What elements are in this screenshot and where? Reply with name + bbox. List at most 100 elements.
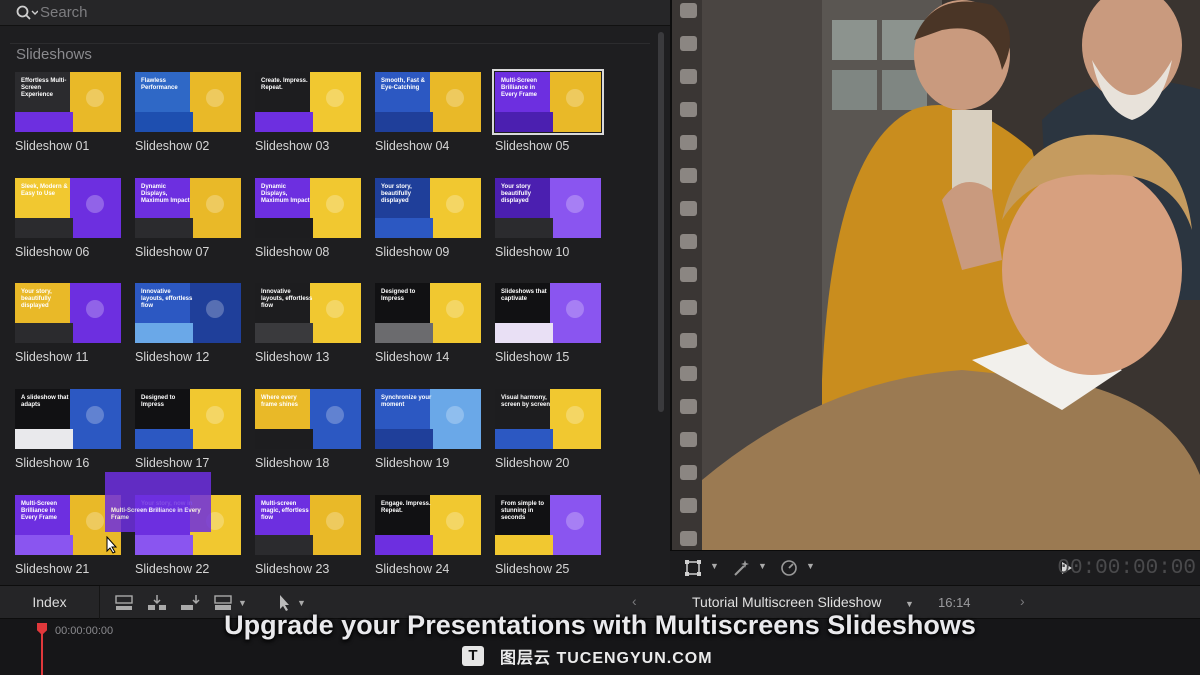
viewer-timecode: 00:00:00:00 xyxy=(1057,557,1196,580)
magic-wand-icon[interactable] xyxy=(732,559,750,577)
clip-label: Slideshow 16 xyxy=(15,456,90,470)
clip-thumbnail[interactable]: Dynamic Displays, Maximum Impact xyxy=(255,178,361,238)
chevron-left-icon[interactable]: ‹ xyxy=(632,593,637,609)
clip-thumbnail[interactable]: Synchronize your moment xyxy=(375,389,481,449)
thumbnail-photo xyxy=(326,299,345,318)
thumbnail-panel xyxy=(255,322,314,343)
thumbnail-photo xyxy=(86,511,105,530)
film-hole xyxy=(680,300,697,315)
viewer xyxy=(670,0,1200,550)
chevron-down-icon[interactable]: ▼ xyxy=(905,599,914,609)
thumbnail-panel xyxy=(15,534,74,555)
section-divider xyxy=(10,43,650,44)
clip-thumbnail[interactable]: Flawless Performance xyxy=(135,72,241,132)
thumbnail-text: Your story, beautifully displayed xyxy=(381,184,412,204)
thumbnail-text: Slideshows that captivate xyxy=(501,289,547,302)
chevron-down-icon[interactable]: ▼ xyxy=(710,561,719,571)
clip-label: Slideshow 02 xyxy=(135,139,210,153)
thumbnail-panel xyxy=(375,322,434,343)
chevron-down-icon[interactable]: ▼ xyxy=(806,561,815,571)
thumbnail-text: Multi-Screen Brilliance in Every Frame xyxy=(21,501,58,521)
film-hole xyxy=(680,36,697,51)
thumbnail-panel xyxy=(135,111,194,132)
thumbnail-text: Designed to Impress xyxy=(381,289,416,302)
film-hole xyxy=(680,3,697,18)
clip-label: Slideshow 11 xyxy=(15,350,89,364)
chevron-down-icon[interactable]: ▼ xyxy=(758,561,767,571)
film-hole xyxy=(680,432,697,447)
thumbnail-photo xyxy=(566,299,585,318)
film-hole xyxy=(680,498,697,513)
dragged-clip-text: Multi-Screen Brilliance in Every Frame xyxy=(111,508,201,521)
clip-thumbnail[interactable]: Innovative layouts, effortless flow xyxy=(255,283,361,343)
dragged-clip[interactable]: Multi-Screen Brilliance in Every Frame xyxy=(105,472,211,532)
clip-thumbnail[interactable]: A slideshow that adapts xyxy=(15,389,121,449)
clip-label: Slideshow 03 xyxy=(255,139,330,153)
watermark-text: 图层云 TUCENGYUN.COM xyxy=(500,650,713,667)
clip-thumbnail[interactable]: Effortless Multi-Screen Experience xyxy=(15,72,121,132)
thumbnail-text: Flawless Performance xyxy=(141,78,178,91)
clip-label: Slideshow 17 xyxy=(135,456,210,470)
clip-thumbnail[interactable]: Engage. Impress. Repeat. xyxy=(375,495,481,555)
clip-thumbnail[interactable]: Multi-screen magic, effortless flow xyxy=(255,495,361,555)
clip-thumbnail[interactable]: From simple to stunning in seconds xyxy=(495,495,601,555)
clip-thumbnail[interactable]: Your story, beautifully displayed xyxy=(15,283,121,343)
film-hole xyxy=(680,267,697,282)
clip-label: Slideshow 14 xyxy=(375,350,450,364)
thumbnail-panel xyxy=(135,217,194,238)
thumbnail-panel xyxy=(15,217,74,238)
clip-thumbnail[interactable]: Innovative layouts, effortless flow xyxy=(135,283,241,343)
clip-thumbnail[interactable]: Slideshows that captivate xyxy=(495,283,601,343)
browser-scrollbar[interactable] xyxy=(658,32,664,412)
mouse-cursor-icon xyxy=(106,536,118,554)
thumbnail-panel xyxy=(375,217,434,238)
search-input[interactable] xyxy=(40,4,340,21)
clip-thumbnail[interactable]: Smooth, Fast & Eye-Catching xyxy=(375,72,481,132)
clip-label: Slideshow 23 xyxy=(255,562,330,576)
viewer-toolbar: ▼ ▼ ▼ 00:00:00:00 xyxy=(670,550,1200,585)
search-icon[interactable] xyxy=(16,5,39,21)
thumbnail-panel xyxy=(255,534,314,555)
clip-label: Slideshow 24 xyxy=(375,562,450,576)
search-bar xyxy=(0,0,670,26)
chevron-down-icon[interactable]: ▼ xyxy=(238,598,247,608)
film-hole xyxy=(680,234,697,249)
project-name[interactable]: Tutorial Multiscreen Slideshow xyxy=(692,594,881,610)
clip-label: Slideshow 25 xyxy=(495,562,570,576)
clip-thumbnail[interactable]: Dynamic Displays, Maximum Impact xyxy=(135,178,241,238)
film-strip xyxy=(672,0,704,550)
speed-gauge-icon[interactable] xyxy=(780,559,798,577)
thumbnail-panel xyxy=(135,322,194,343)
clip-thumbnail[interactable]: Where every frame shines xyxy=(255,389,361,449)
thumbnail-panel xyxy=(255,217,314,238)
film-hole xyxy=(680,69,697,84)
clip-thumbnail[interactable]: Designed to Impress xyxy=(135,389,241,449)
watermark: T 图层云 TUCENGYUN.COM xyxy=(462,645,713,667)
clip-thumbnail[interactable]: Designed to Impress xyxy=(375,283,481,343)
clip-thumbnail[interactable]: Multi-Screen Brilliance in Every Frame xyxy=(492,69,604,135)
clip-thumbnail[interactable]: Your story beautifully displayed xyxy=(495,178,601,238)
thumbnail-text: Dynamic Displays, Maximum Impact xyxy=(141,184,190,204)
chevron-right-icon[interactable]: › xyxy=(1020,593,1025,609)
clip-thumbnail[interactable]: Sleek, Modern & Easy to Use xyxy=(15,178,121,238)
thumbnail-photo xyxy=(566,88,585,107)
clip-label: Slideshow 19 xyxy=(375,456,450,470)
thumbnail-photo xyxy=(86,194,105,213)
thumbnail-panel xyxy=(495,428,554,449)
thumbnail-photo xyxy=(326,405,345,424)
project-duration: 16:14 xyxy=(938,595,971,610)
clip-thumbnail[interactable]: Create. Impress. Repeat. xyxy=(255,72,361,132)
chevron-down-icon[interactable]: ▼ xyxy=(297,598,306,608)
film-hole xyxy=(680,531,697,546)
thumbnail-text: Where every frame shines xyxy=(261,395,299,408)
thumbnail-text: Engage. Impress. Repeat. xyxy=(381,501,431,514)
film-hole xyxy=(680,168,697,183)
film-hole xyxy=(680,399,697,414)
film-hole xyxy=(680,333,697,348)
thumbnail-photo xyxy=(86,299,105,318)
film-hole xyxy=(680,366,697,381)
transform-icon[interactable] xyxy=(684,559,702,577)
thumbnail-photo xyxy=(566,405,585,424)
clip-thumbnail[interactable]: Your story, beautifully displayed xyxy=(375,178,481,238)
clip-thumbnail[interactable]: Visual harmony, screen by screen xyxy=(495,389,601,449)
